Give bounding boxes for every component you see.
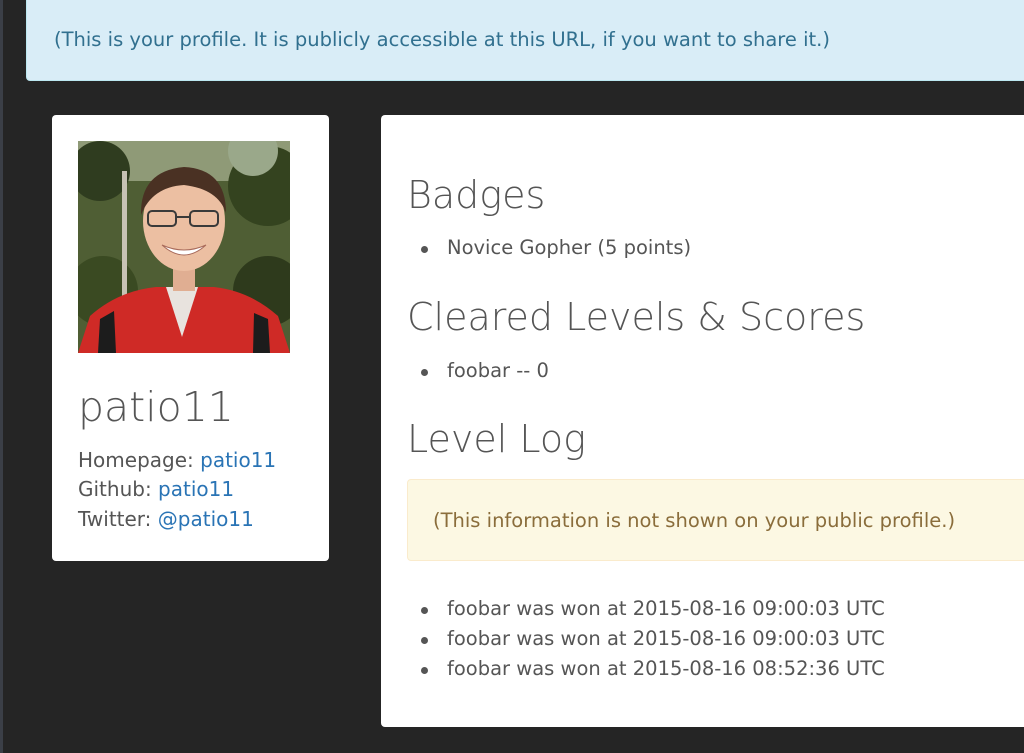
- homepage-label: Homepage:: [78, 448, 194, 472]
- badges-heading: Badges: [407, 173, 546, 217]
- level-log-heading: Level Log: [407, 417, 586, 461]
- twitter-link[interactable]: @patio11: [158, 507, 254, 531]
- avatar: [78, 141, 290, 353]
- homepage-link[interactable]: patio11: [200, 448, 276, 472]
- cleared-level-item: foobar -- 0: [421, 359, 549, 382]
- profile-username: patio11: [78, 383, 234, 431]
- profile-content-panel: Badges Novice Gopher (5 points) Cleared …: [381, 115, 1024, 727]
- private-info-notice: (This information is not shown on your p…: [407, 479, 1024, 561]
- github-row: Github: patio11: [78, 477, 234, 501]
- level-log-entry: foobar was won at 2015-08-16 09:00:03 UT…: [421, 597, 885, 620]
- profile-page: (This is your profile. It is publicly ac…: [0, 0, 1024, 753]
- twitter-row: Twitter: @patio11: [78, 507, 254, 531]
- homepage-row: Homepage: patio11: [78, 448, 276, 472]
- github-link[interactable]: patio11: [158, 477, 234, 501]
- private-info-text: (This information is not shown on your p…: [433, 509, 956, 532]
- level-log-entry: foobar was won at 2015-08-16 09:00:03 UT…: [421, 627, 885, 650]
- cleared-levels-heading: Cleared Levels & Scores: [407, 295, 866, 339]
- badge-item: Novice Gopher (5 points): [420, 236, 692, 259]
- twitter-label: Twitter:: [78, 507, 152, 531]
- banner-text: (This is your profile. It is publicly ac…: [54, 28, 830, 51]
- github-label: Github:: [78, 477, 152, 501]
- window-edge: [0, 0, 3, 753]
- level-log-entry: foobar was won at 2015-08-16 08:52:36 UT…: [421, 657, 885, 680]
- public-profile-banner: (This is your profile. It is publicly ac…: [26, 0, 1024, 81]
- profile-card: patio11 Homepage: patio11 Github: patio1…: [52, 115, 329, 561]
